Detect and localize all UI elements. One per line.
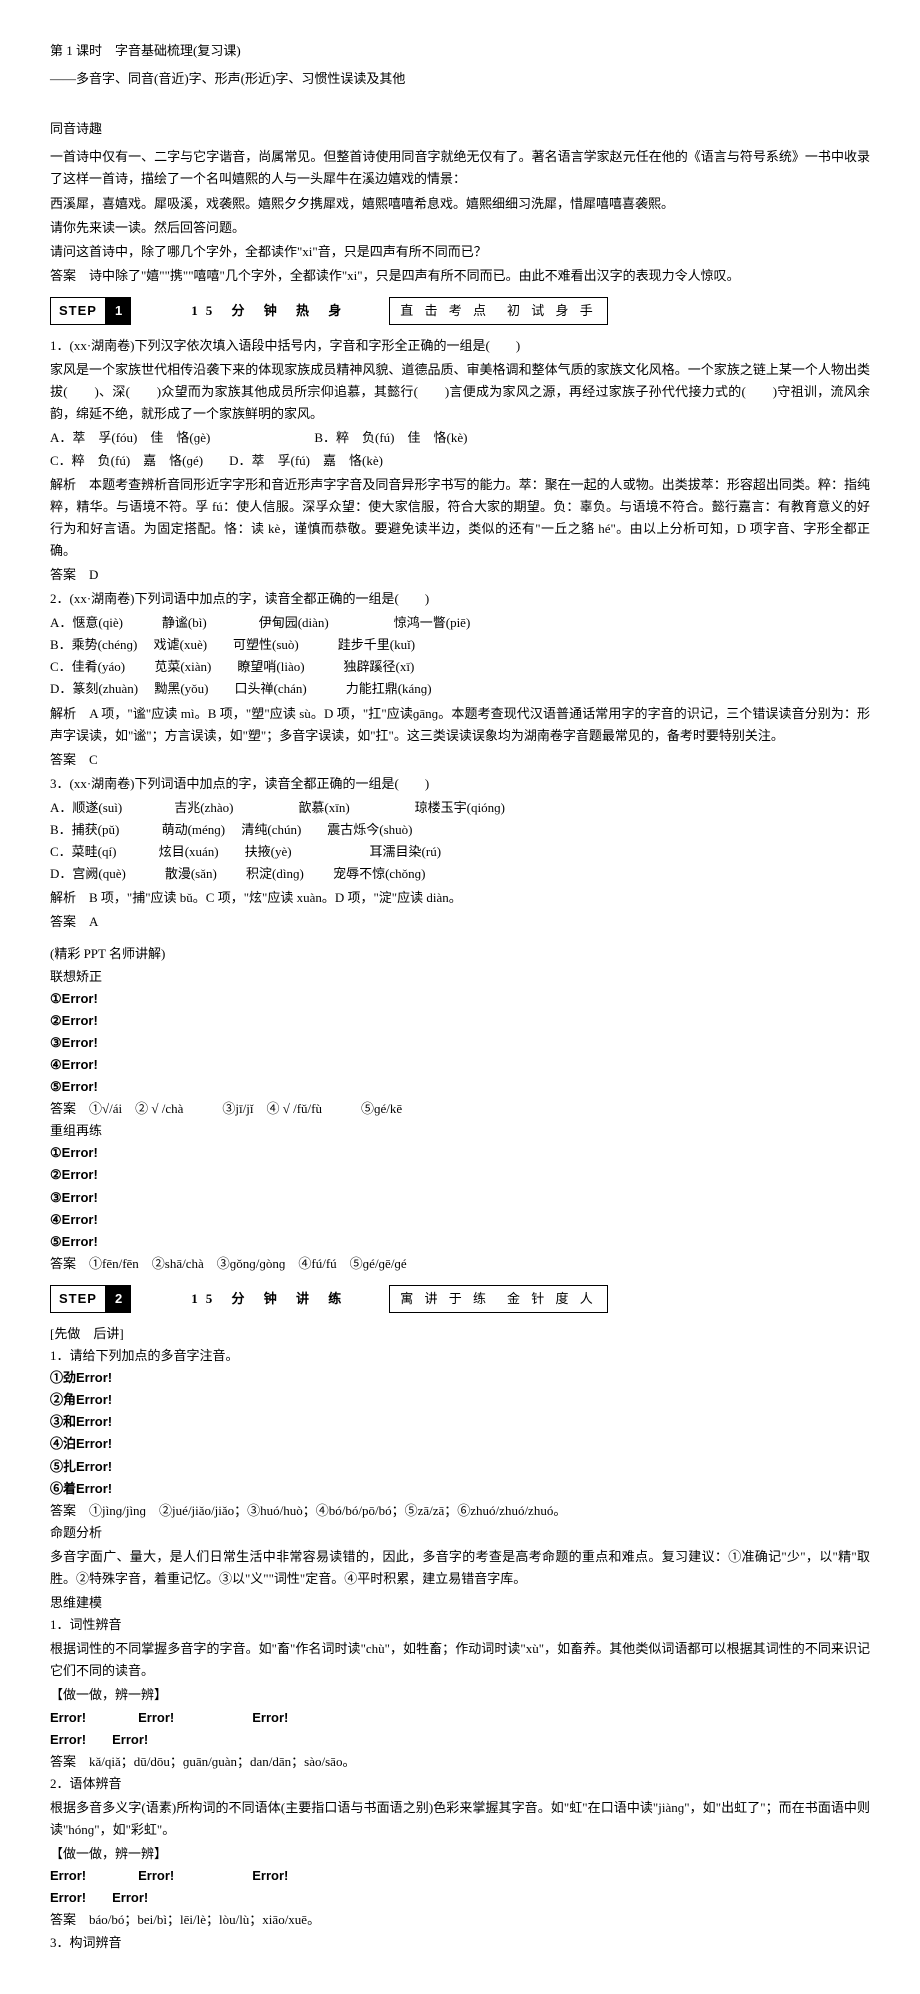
m1-body: 根据词性的不同掌握多音字的字音。如"畜"作名词时读"chù"，如牲畜；作动词时读… xyxy=(50,1638,870,1682)
chongzu-title: 重组再练 xyxy=(50,1120,870,1142)
poem-p3: 请你先来读一读。然后回答问题。 xyxy=(50,217,870,239)
cz-e2: ②Error! xyxy=(50,1164,870,1186)
lx-e1: ①Error! xyxy=(50,988,870,1010)
cz-e3: ③Error! xyxy=(50,1187,870,1209)
p2-i3: ③和Error! xyxy=(50,1411,870,1433)
q3-optA: A．顺遂(suì) 吉兆(zhào) 歆慕(xīn) 琼楼玉宇(qiónɡ) xyxy=(50,797,870,819)
p2-answer: 答案 ①jìnɡ/jìnɡ ②jué/jiǎo/jiǎo；③huó/huò；④b… xyxy=(50,1500,870,1522)
q2-optC: C．佳肴(yáo) 苋菜(xiàn) 瞭望哨(liào) 独辟蹊径(xī) xyxy=(50,656,870,678)
lesson-subtitle: ——多音字、同音(音近)字、形声(形近)字、习惯性误读及其他 xyxy=(50,68,870,90)
q1-stem: 1．(xx·湖南卷)下列汉字依次填入语段中括号内，字音和字形全正确的一组是( ) xyxy=(50,335,870,357)
q1-optB: B．粹 负(fú) 佳 恪(kè) xyxy=(314,430,467,445)
q1-explain: 解析 本题考查辨析音同形近字字形和音近形声字字音及同音异形字书写的能力。萃：聚在… xyxy=(50,474,870,562)
q3-optD: D．宫阙(què) 散漫(sǎn) 积淀(dìnɡ) 宠辱不惊(chǒnɡ) xyxy=(50,863,870,885)
lx-answer: 答案 ①√/ái ② √ /chà ③jī/jǐ ④ √ /fǔ/fù ⑤ɡé/… xyxy=(50,1098,870,1120)
lx-e5: ⑤Error! xyxy=(50,1076,870,1098)
m1-err2: Error! Error! xyxy=(50,1729,870,1751)
poem-p1: 一首诗中仅有一、二字与它字谐音，尚属常见。但整首诗使用同音字就绝无仅有了。著名语… xyxy=(50,146,870,190)
ppt-head: (精彩 PPT 名师讲解) xyxy=(50,943,870,965)
cz-e5: ⑤Error! xyxy=(50,1231,870,1253)
p2-i4: ④泊Error! xyxy=(50,1433,870,1455)
poem-title: 同音诗趣 xyxy=(50,118,870,140)
p2-i5: ⑤扎Error! xyxy=(50,1456,870,1478)
m2-answer: 答案 báo/bó；bei/bì；lēi/lè；lòu/lù；xiāo/xuē。 xyxy=(50,1909,870,1931)
q1-optD: D．萃 孚(fú) 嘉 恪(kè) xyxy=(229,453,383,468)
m1-title: 1．词性辨音 xyxy=(50,1614,870,1636)
q1-optA: A．萃 孚(fóu) 佳 恪(ɡè) B．粹 负(fú) 佳 恪(kè) xyxy=(50,427,870,449)
m2-title: 2．语体辨音 xyxy=(50,1773,870,1795)
do-label-2: 【做一做，辨一辨】 xyxy=(50,1843,870,1865)
q2-optD: D．篆刻(zhuàn) 黝黑(yǒu) 口头禅(chán) 力能扛鼎(kánɡ) xyxy=(50,678,870,700)
step1-title: 15 分 钟 热 身 xyxy=(191,300,349,322)
part2-q: 1．请给下列加点的多音字注音。 xyxy=(50,1345,870,1367)
siwei-title: 思维建模 xyxy=(50,1592,870,1614)
step2-label: STEP xyxy=(50,1285,106,1313)
mingti-body: 多音字面广、量大，是人们日常生活中非常容易读错的，因此，多音字的考查是高考命题的… xyxy=(50,1546,870,1590)
q3-explain: 解析 B 项，"捕"应读 bǔ。C 项，"炫"应读 xuàn。D 项，"淀"应读… xyxy=(50,887,870,909)
q2-explain: 解析 A 项，"谧"应读 mì。B 项，"塑"应读 sù。D 项，"扛"应读ɡā… xyxy=(50,703,870,747)
cz-e4: ④Error! xyxy=(50,1209,870,1231)
step1-sub: 直 击 考 点 初 试 身 手 xyxy=(389,297,608,325)
q2-stem: 2．(xx·湖南卷)下列词语中加点的字，读音全都正确的一组是( ) xyxy=(50,588,870,610)
lx-e2: ②Error! xyxy=(50,1010,870,1032)
q1-answer: 答案 D xyxy=(50,564,870,586)
poem-answer: 答案 诗中除了"嬉""携""嘻嘻"几个字外，全都读作"xi"，只是四声有所不同而… xyxy=(50,265,870,287)
q3-answer: 答案 A xyxy=(50,911,870,933)
do-label-1: 【做一做，辨一辨】 xyxy=(50,1684,870,1706)
lianxiang-title: 联想矫正 xyxy=(50,966,870,988)
mingti-title: 命题分析 xyxy=(50,1522,870,1544)
cz-e1: ①Error! xyxy=(50,1142,870,1164)
q3-optB: B．捕获(pǔ) 萌动(ménɡ) 清纯(chún) 震古烁今(shuò) xyxy=(50,819,870,841)
p2-i6: ⑥着Error! xyxy=(50,1478,870,1500)
step1-num: 1 xyxy=(106,297,131,325)
step2-row: STEP 2 15 分 钟 讲 练 寓 讲 于 练 金 针 度 人 xyxy=(50,1285,870,1313)
q2-optB: B．乘势(chénɡ) 戏谑(xuè) 可塑性(suò) 跬步千里(kuǐ) xyxy=(50,634,870,656)
step2-sub: 寓 讲 于 练 金 针 度 人 xyxy=(389,1285,608,1313)
p2-i2: ②角Error! xyxy=(50,1389,870,1411)
step1-row: STEP 1 15 分 钟 热 身 直 击 考 点 初 试 身 手 xyxy=(50,297,870,325)
q1-body: 家风是一个家族世代相传沿袭下来的体现家族成员精神风貌、道德品质、审美格调和整体气… xyxy=(50,359,870,425)
q3-optC: C．菜畦(qí) 炫目(xuán) 扶掖(yè) 耳濡目染(rú) xyxy=(50,841,870,863)
lx-e4: ④Error! xyxy=(50,1054,870,1076)
m2-err1: Error! Error! Error! xyxy=(50,1865,870,1887)
step2-num: 2 xyxy=(106,1285,131,1313)
q2-answer: 答案 C xyxy=(50,749,870,771)
m1-err1: Error! Error! Error! xyxy=(50,1707,870,1729)
q1-optC: C．粹 负(fú) 嘉 恪(ɡé) D．萃 孚(fú) 嘉 恪(kè) xyxy=(50,450,870,472)
step1-label: STEP xyxy=(50,297,106,325)
cz-answer: 答案 ①fēn/fēn ②shā/chà ③ɡǒnɡ/ɡònɡ ④fú/fú ⑤… xyxy=(50,1253,870,1275)
q2-optA: A．惬意(qiè) 静谧(bì) 伊甸园(diàn) 惊鸿一瞥(piē) xyxy=(50,612,870,634)
lx-e3: ③Error! xyxy=(50,1032,870,1054)
q3-stem: 3．(xx·湖南卷)下列词语中加点的字，读音全都正确的一组是( ) xyxy=(50,773,870,795)
m3-title: 3．构词辨音 xyxy=(50,1932,870,1954)
poem-p4: 请问这首诗中，除了哪几个字外，全都读作"xi"音，只是四声有所不同而已？ xyxy=(50,241,870,263)
poem-p2: 西溪犀，喜嬉戏。犀吸溪，戏袭熙。嬉熙夕夕携犀戏，嬉熙嘻嘻希息戏。嬉熙细细习洗犀，… xyxy=(50,193,870,215)
m2-err2: Error! Error! xyxy=(50,1887,870,1909)
p2-i1: ①劲Error! xyxy=(50,1367,870,1389)
step2-title: 15 分 钟 讲 练 xyxy=(191,1288,349,1310)
part2-head: [先做 后讲] xyxy=(50,1323,870,1345)
lesson-title: 第 1 课时 字音基础梳理(复习课) xyxy=(50,40,870,62)
m2-body: 根据多音多义字(语素)所构词的不同语体(主要指口语与书面语之别)色彩来掌握其字音… xyxy=(50,1797,870,1841)
